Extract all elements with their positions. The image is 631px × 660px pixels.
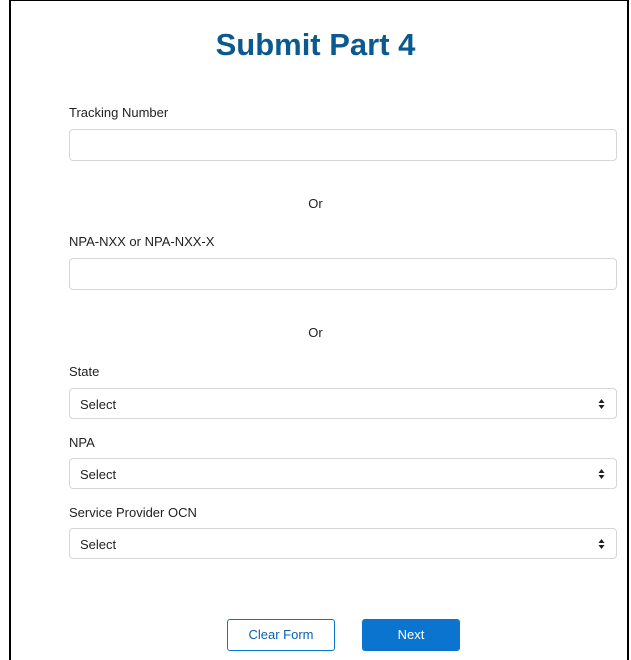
npa-nxx-label: NPA-NXX or NPA-NXX-X xyxy=(69,234,215,249)
npa-nxx-input[interactable] xyxy=(69,258,617,290)
or-separator: Or xyxy=(308,196,323,211)
npa-select-value: Select xyxy=(80,467,117,482)
or-separator: Or xyxy=(308,325,323,340)
state-label: State xyxy=(69,364,100,379)
service-provider-ocn-select[interactable]: Select xyxy=(69,528,617,559)
page-title: Submit Part 4 xyxy=(215,27,416,62)
tracking-number-label: Tracking Number xyxy=(69,105,169,120)
chevron-up-down-icon xyxy=(598,469,605,479)
chevron-up-down-icon xyxy=(598,539,605,549)
state-select[interactable]: Select xyxy=(69,388,617,419)
service-provider-ocn-select-value: Select xyxy=(80,537,117,552)
service-provider-ocn-label: Service Provider OCN xyxy=(69,505,197,520)
npa-select[interactable]: Select xyxy=(69,458,617,489)
next-button[interactable]: Next xyxy=(362,619,460,651)
state-select-value: Select xyxy=(80,397,117,412)
tracking-number-input[interactable] xyxy=(69,129,617,161)
clear-form-button[interactable]: Clear Form xyxy=(227,619,335,651)
npa-label: NPA xyxy=(69,435,95,450)
chevron-up-down-icon xyxy=(598,399,605,409)
